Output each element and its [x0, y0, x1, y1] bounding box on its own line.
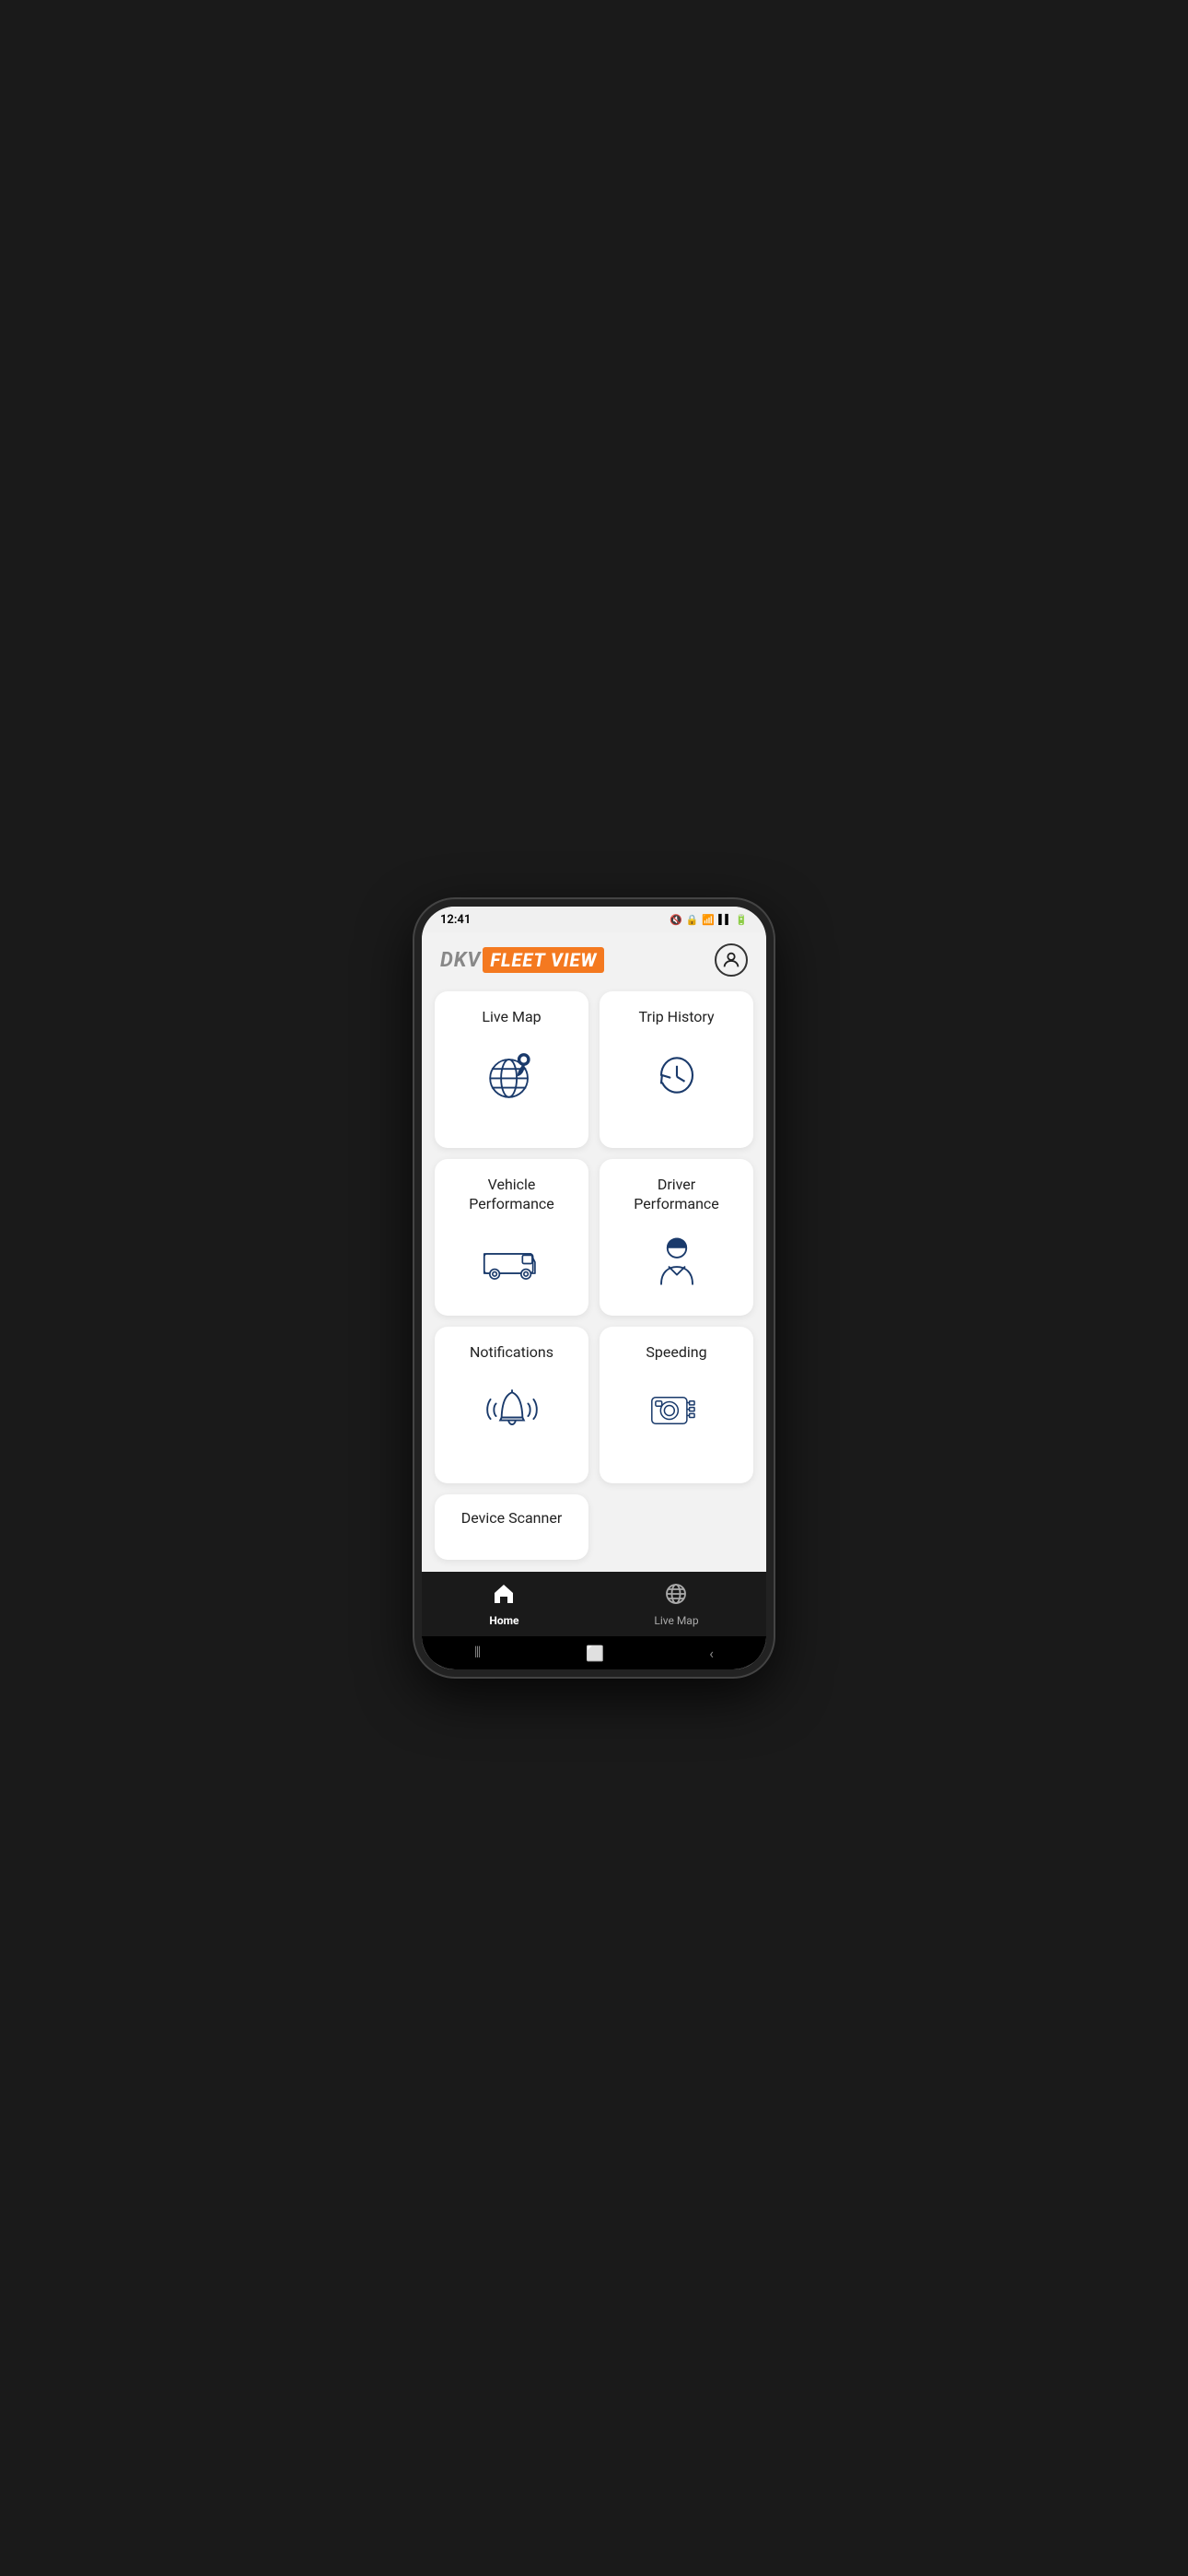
globe-nav-icon	[664, 1582, 688, 1611]
van-icon	[479, 1229, 545, 1295]
bottom-nav: Home Live Map	[422, 1572, 766, 1636]
nav-home[interactable]: Home	[471, 1575, 537, 1634]
notifications-card[interactable]: Notifications	[435, 1327, 588, 1483]
android-nav: ⦀ ⬜ ‹	[422, 1636, 766, 1669]
device-scanner-card[interactable]: Device Scanner	[435, 1494, 588, 1560]
driver-icon	[644, 1229, 710, 1295]
notifications-label: Notifications	[470, 1343, 553, 1363]
logo-container: DKV FLEET VIEW	[440, 947, 604, 973]
app-content: DKV FLEET VIEW Live Map	[422, 932, 766, 1572]
time: 12:41	[440, 913, 471, 927]
nav-home-label: Home	[489, 1614, 518, 1627]
status-icons: 🔇 🔒 📶 ▌▌ 🔋	[670, 914, 748, 926]
home-icon	[492, 1582, 516, 1611]
vehicle-performance-card[interactable]: Vehicle Performance	[435, 1159, 588, 1316]
profile-button[interactable]	[715, 943, 748, 977]
bell-notification-icon	[479, 1377, 545, 1444]
vehicle-performance-label: Vehicle Performance	[469, 1176, 554, 1214]
driver-performance-card[interactable]: Driver Performance	[600, 1159, 753, 1316]
device-scanner-label: Device Scanner	[461, 1509, 563, 1528]
speed-camera-icon	[644, 1377, 710, 1444]
clock-history-icon	[644, 1042, 710, 1108]
lock-icon: 🔒	[686, 914, 699, 926]
driver-performance-label: Driver Performance	[634, 1176, 719, 1214]
wifi-icon: 📶	[702, 914, 715, 926]
speeding-card[interactable]: Speeding	[600, 1327, 753, 1483]
live-map-label: Live Map	[482, 1008, 541, 1027]
nav-live-map-label: Live Map	[654, 1614, 698, 1627]
trip-history-label: Trip History	[638, 1008, 714, 1027]
app-header: DKV FLEET VIEW	[422, 932, 766, 984]
speeding-label: Speeding	[646, 1343, 706, 1363]
recent-apps-button[interactable]: ⦀	[474, 1644, 481, 1662]
signal-icon: ▌▌	[718, 915, 731, 925]
phone-frame: 12:41 🔇 🔒 📶 ▌▌ 🔋 DKV FLEET VIEW	[414, 899, 774, 1677]
back-button[interactable]: ‹	[709, 1645, 714, 1662]
nav-live-map[interactable]: Live Map	[635, 1575, 716, 1634]
globe-pin-icon	[479, 1042, 545, 1108]
menu-grid: Live Map	[422, 984, 766, 1572]
home-button[interactable]: ⬜	[586, 1645, 604, 1662]
trip-history-card[interactable]: Trip History	[600, 991, 753, 1148]
logo-fleet: FLEET VIEW	[483, 947, 604, 973]
live-map-card[interactable]: Live Map	[435, 991, 588, 1148]
battery-icon: 🔋	[735, 914, 748, 926]
logo-dkv: DKV	[440, 949, 481, 972]
mute-icon: 🔇	[670, 914, 682, 926]
status-bar: 12:41 🔇 🔒 📶 ▌▌ 🔋	[422, 907, 766, 932]
